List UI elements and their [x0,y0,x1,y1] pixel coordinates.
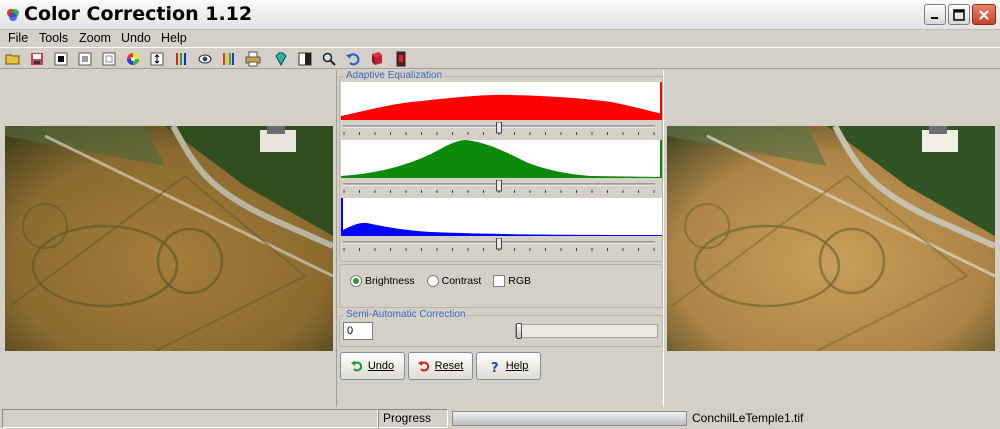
undo-button[interactable]: Undo [340,352,405,380]
gem-icon[interactable] [273,51,289,67]
green-histogram [341,140,662,178]
reset-label: Reset [434,360,464,372]
zoom-icon[interactable] [321,51,337,67]
adaptive-equalization-label: Adaptive Equalization [344,70,445,82]
reset-icon [417,360,431,373]
menu-bar: File Tools Zoom Undo Help [0,30,1000,47]
blue-histogram [341,198,662,236]
blue-slider[interactable] [343,237,655,251]
levels-icon[interactable] [149,51,165,67]
printer-icon[interactable] [245,51,261,67]
help-button[interactable]: ? Help [476,352,541,380]
rgb-checkbox[interactable] [493,275,506,287]
title-bar: Color Correction 1.12 [0,0,1000,30]
open-folder-icon[interactable] [5,51,21,67]
progress-bar [452,411,687,426]
channels-icon[interactable] [173,51,189,67]
undo-icon [350,360,364,373]
menu-undo[interactable]: Undo [121,31,151,45]
menu-zoom[interactable]: Zoom [79,31,111,45]
maximize-button[interactable] [948,4,970,25]
undo-arrow-icon[interactable] [345,51,361,67]
menu-tools[interactable]: Tools [39,31,68,45]
help-label: Help [505,360,529,372]
original-image [5,126,333,351]
brightness-radio[interactable] [350,275,362,287]
save-icon[interactable] [29,51,45,67]
contrast-label[interactable]: Contrast [442,275,482,287]
gray-point-icon[interactable] [77,51,93,67]
minimize-button[interactable] [924,4,946,25]
bars-icon[interactable] [221,51,237,67]
status-cell-left [2,409,378,428]
semi-automatic-label: Semi-Automatic Correction [344,309,468,321]
contrast-icon[interactable] [297,51,313,67]
white-point-icon[interactable] [101,51,117,67]
control-panel: Adaptive Equalization Brightness Contras… [336,70,664,407]
brightness-label[interactable]: Brightness [365,275,415,287]
palette-icon [5,7,21,23]
undo-label: Undo [367,360,395,372]
book-icon[interactable] [369,51,385,67]
status-bar: Progress ConchilLeTemple1.tif [0,408,1000,429]
exit-icon[interactable] [393,51,409,67]
contrast-radio[interactable] [426,275,439,287]
correction-value-input[interactable]: 0 [343,322,373,340]
correction-slider[interactable] [515,323,658,339]
corrected-image [667,126,995,351]
help-icon: ? [489,360,502,373]
progress-fill [453,412,686,425]
eye-icon[interactable] [197,51,213,67]
close-button[interactable] [972,4,996,25]
red-slider[interactable] [343,121,655,135]
rgb-label[interactable]: RGB [508,275,531,287]
svg-text:?: ? [491,361,499,373]
color-wheel-icon[interactable] [125,51,141,67]
filename: ConchilLeTemple1.tif [692,411,804,425]
reset-button[interactable]: Reset [408,352,473,380]
radio-selected-dot [353,278,359,284]
window-title: Color Correction 1.12 [24,3,253,25]
green-slider[interactable] [343,179,655,193]
black-point-icon[interactable] [53,51,69,67]
correction-slider-thumb[interactable] [516,323,522,339]
menu-help[interactable]: Help [161,31,187,45]
toolbar [0,47,1000,69]
progress-label: Progress [378,409,448,428]
menu-file[interactable]: File [8,31,28,45]
options-row: Brightness Contrast RGB [350,273,543,289]
red-histogram [341,82,662,120]
